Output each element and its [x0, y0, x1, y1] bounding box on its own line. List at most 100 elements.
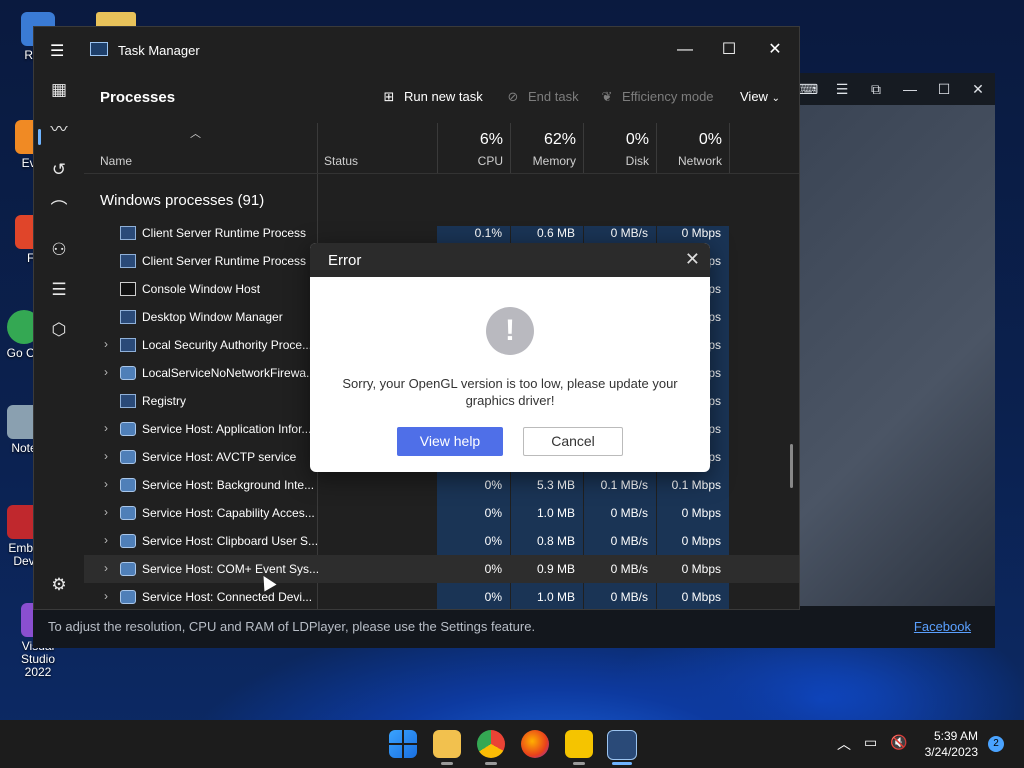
end-task-button[interactable]: ⊘ End task	[504, 89, 579, 105]
process-network-value: ps	[708, 422, 721, 436]
efficiency-mode-button[interactable]: ❦ Efficiency mode	[598, 89, 714, 105]
console-icon	[120, 282, 136, 296]
expand-chevron-icon[interactable]: ›	[100, 337, 112, 351]
service-gear-icon	[120, 366, 136, 380]
process-row[interactable]: › Service Host: Capability Acces... 0% 1.0 …	[84, 499, 799, 527]
cpu-total: 6%	[479, 131, 503, 148]
process-network-value: ps	[708, 394, 721, 408]
process-name: Local Security Authority Proce...	[142, 338, 313, 352]
cpu-header-label: CPU	[477, 154, 503, 168]
process-name: LocalServiceNoNetworkFirewa...	[142, 366, 317, 380]
process-memory-value: 1.0 MB	[536, 590, 575, 604]
running-indicator	[573, 762, 585, 765]
service-gear-icon	[120, 562, 136, 576]
view-dropdown[interactable]: View ⌄	[740, 89, 780, 104]
process-row[interactable]: › Service Host: Background Inte... 0% 5.3 M…	[84, 471, 799, 499]
status-column-header[interactable]: Status	[317, 123, 438, 173]
task-manager-icon[interactable]	[607, 730, 637, 760]
minimize-button[interactable]: —	[662, 35, 708, 65]
clock[interactable]: 5:39 AM 3/24/2023	[925, 728, 978, 760]
ldplayer-titlebar: ⌨ ☰ ⧉ — ☐ ✕	[790, 73, 995, 105]
menu-icon[interactable]: ☰	[825, 81, 859, 98]
disk-column-header[interactable]: 0% Disk	[583, 123, 657, 173]
service-gear-icon	[120, 590, 136, 604]
expand-chevron-icon[interactable]: ›	[100, 365, 112, 379]
view-label: View	[740, 89, 768, 104]
notification-badge[interactable]: 2	[988, 736, 1004, 752]
clock-time: 5:39 AM	[933, 729, 978, 743]
process-row[interactable]: › Service Host: Clipboard User S... 0% 0.8 …	[84, 527, 799, 555]
chevron-up-icon[interactable]: ︿	[837, 734, 851, 754]
process-name: Service Host: Capability Acces...	[142, 506, 315, 520]
process-cpu-value: 0%	[484, 562, 502, 576]
settings-nav-icon[interactable]: ⚙	[42, 568, 76, 602]
dialog-close-icon[interactable]: ✕	[685, 249, 700, 270]
startup-apps-nav-icon[interactable]: ⌒	[42, 193, 76, 227]
service-gear-icon	[120, 478, 136, 492]
emulator-screen[interactable]	[790, 105, 995, 606]
network-total: 0%	[698, 131, 722, 148]
column-headers: ︿ Name Status 6% CPU 62% Memory 0% Disk …	[84, 123, 799, 174]
process-network-value: 0.1 Mbps	[671, 478, 721, 492]
process-name: Client Server Runtime Process	[142, 226, 307, 240]
file-explorer-icon[interactable]	[433, 730, 461, 758]
run-new-task-label: Run new task	[404, 89, 483, 104]
expand-chevron-icon[interactable]: ›	[100, 421, 112, 435]
group-header[interactable]: Windows processes (91)	[100, 192, 264, 209]
close-button[interactable]: ✕	[752, 35, 798, 65]
close-icon[interactable]: ✕	[961, 81, 995, 98]
start-icon[interactable]	[389, 730, 417, 758]
minimize-icon[interactable]: —	[893, 81, 927, 97]
process-memory-value: 0.8 MB	[536, 534, 575, 548]
process-network-value: ps	[708, 282, 721, 296]
process-disk-value: 0 MB/s	[610, 562, 648, 576]
status-header-label: Status	[324, 154, 359, 168]
active-indicator	[612, 762, 632, 765]
volume-muted-icon[interactable]: 🔇	[890, 734, 907, 751]
view-help-button[interactable]: View help	[397, 427, 503, 456]
maximize-button[interactable]: ☐	[706, 35, 752, 65]
disk-header-label: Disk	[625, 154, 649, 168]
process-disk-value: 0.1 MB/s	[600, 478, 648, 492]
maximize-icon[interactable]: ☐	[927, 81, 961, 98]
processes-nav-icon[interactable]: ▦	[42, 73, 76, 107]
process-row[interactable]: › Service Host: Connected Devi... 0% 1.0 MB…	[84, 583, 799, 609]
firefox-icon[interactable]	[521, 730, 549, 758]
ldplayer-icon[interactable]	[565, 730, 593, 758]
expand-chevron-icon[interactable]: ›	[100, 533, 112, 547]
clock-date: 3/24/2023	[924, 745, 978, 759]
facebook-link[interactable]: Facebook	[914, 619, 971, 634]
column-divider	[729, 123, 731, 173]
running-indicator	[441, 762, 453, 765]
process-network-value: ps	[708, 254, 721, 268]
expand-chevron-icon[interactable]: ›	[100, 589, 112, 603]
cpu-column-header[interactable]: 6% CPU	[437, 123, 511, 173]
process-row[interactable]: › Service Host: COM+ Event Sys... 0% 0.9 MB…	[84, 555, 799, 583]
network-icon[interactable]: ▭	[864, 734, 877, 751]
name-column-header[interactable]: Name	[100, 154, 132, 168]
chrome-icon[interactable]	[477, 730, 505, 758]
users-nav-icon[interactable]: ⚇	[42, 233, 76, 267]
expand-chevron-icon[interactable]: ›	[100, 449, 112, 463]
dialog-title: Error	[328, 252, 362, 269]
details-nav-icon[interactable]: ☰	[42, 273, 76, 307]
cancel-button[interactable]: Cancel	[523, 427, 623, 456]
process-cpu-value: 0%	[484, 534, 502, 548]
end-task-label: End task	[528, 89, 579, 104]
memory-column-header[interactable]: 62% Memory	[510, 123, 584, 173]
hamburger-menu-icon[interactable]: ☰	[50, 41, 64, 61]
performance-nav-icon[interactable]: 〰	[42, 113, 76, 147]
process-network-value: 0 Mbps	[681, 534, 721, 548]
process-name: Service Host: Clipboard User S...	[142, 534, 319, 548]
network-column-header[interactable]: 0% Network	[656, 123, 730, 173]
taskbar: ︿ ▭ 🔇 5:39 AM 3/24/2023 2	[0, 720, 1024, 768]
restore-icon[interactable]: ⧉	[859, 81, 893, 98]
running-indicator	[485, 762, 497, 765]
app-history-nav-icon[interactable]: ↺	[42, 153, 76, 187]
run-new-task-button[interactable]: ⊞ Run new task	[380, 89, 483, 105]
services-nav-icon[interactable]: ⬡	[42, 313, 76, 347]
expand-chevron-icon[interactable]: ›	[100, 505, 112, 519]
expand-chevron-icon[interactable]: ›	[100, 561, 112, 575]
expand-chevron-icon[interactable]: ›	[100, 477, 112, 491]
memory-header-label: Memory	[532, 154, 576, 168]
